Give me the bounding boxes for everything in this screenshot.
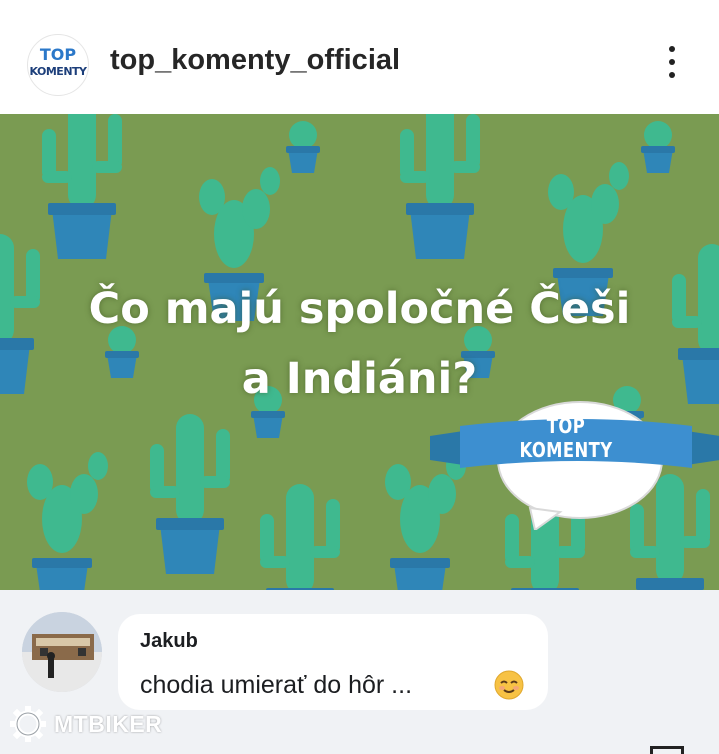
gear-logo-icon [10,706,46,742]
bookmark-icon[interactable] [650,746,684,754]
relieved-face-emoji-icon [494,670,524,700]
avatar-logo-line2: KOMENTY [29,65,87,78]
watermark-text: MTBIKER [54,710,163,737]
more-options-icon[interactable] [660,44,684,80]
comment-author[interactable]: Jakub [140,630,198,653]
post-header: TOP KOMENTY top_komenty_official [0,0,719,114]
badge-label: TOP KOMENTY [519,414,613,462]
commenter-avatar[interactable] [22,612,102,692]
avatar-logo-line1: TOP [39,45,77,64]
account-username[interactable]: top_komenty_official [110,44,400,77]
headline-line-1: Čo majú spoločné Češi [88,284,631,334]
account-avatar[interactable]: TOP KOMENTY [27,34,89,96]
mtbiker-watermark: MTBIKER [10,706,162,742]
comment-text: chodia umierať do hôr ... [140,671,413,699]
